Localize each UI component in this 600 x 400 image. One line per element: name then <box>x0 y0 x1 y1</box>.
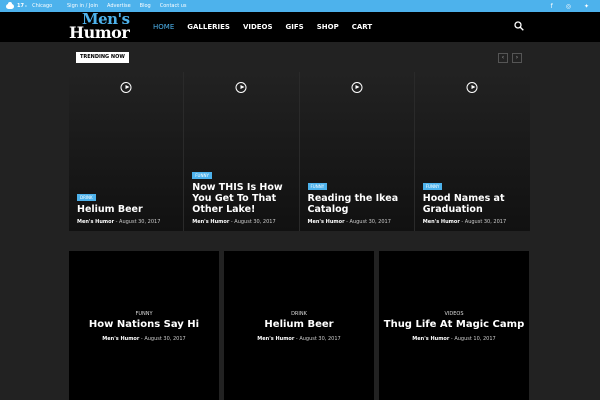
nav-videos[interactable]: VIDEOS <box>243 23 273 31</box>
post-meta: Men's Humor - August 30, 2017 <box>192 219 292 225</box>
trending-slide[interactable]: FUNNY Reading the Ikea Catalog Men's Hum… <box>299 72 415 231</box>
post-author[interactable]: Men's Humor <box>192 219 229 225</box>
post-author[interactable]: Men's Humor <box>308 219 345 225</box>
nav-galleries[interactable]: GALLERIES <box>187 23 230 31</box>
post-meta: Men's Humor - August 10, 2017 <box>379 336 529 342</box>
trending-slide[interactable]: FUNNY Hood Names at Graduation Men's Hum… <box>414 72 530 231</box>
meta-separator: - <box>140 336 143 342</box>
slide-title[interactable]: Hood Names at Graduation <box>423 193 524 215</box>
trending-slide[interactable]: DRINK Helium Beer Men's Humor - August 3… <box>69 72 185 231</box>
play-icon[interactable] <box>235 82 247 93</box>
main-nav: HOME GALLERIES VIDEOS GIFS SHOP CART <box>153 12 385 42</box>
post-date: August 30, 2017 <box>119 219 161 225</box>
post-meta: Men's Humor - August 30, 2017 <box>69 336 219 342</box>
twitter-icon[interactable]: ✦ <box>584 3 589 10</box>
post-date: August 30, 2017 <box>234 219 276 225</box>
facebook-icon[interactable]: f <box>551 3 553 10</box>
meta-separator: - <box>295 336 298 342</box>
meta-separator: - <box>115 219 118 225</box>
post-author[interactable]: Men's Humor <box>77 219 114 225</box>
category-badge[interactable]: FUNNY <box>192 172 212 179</box>
blog-link[interactable]: Blog <box>140 3 151 9</box>
post-grid: FUNNY How Nations Say Hi Men's Humor - A… <box>69 251 530 400</box>
post-title[interactable]: Helium Beer <box>224 319 374 330</box>
slider-next-button[interactable]: › <box>512 53 522 63</box>
meta-separator: - <box>230 219 233 225</box>
post-author[interactable]: Men's Humor <box>102 336 139 342</box>
advertise-link[interactable]: Advertise <box>107 3 131 9</box>
play-icon[interactable] <box>351 82 363 93</box>
nav-shop[interactable]: SHOP <box>317 23 339 31</box>
category-badge[interactable]: FUNNY <box>307 183 328 190</box>
slide-title[interactable]: Now THIS Is How You Get To That Other La… <box>192 182 292 215</box>
category-badge[interactable]: DRINK <box>77 194 96 201</box>
slide-title[interactable]: Helium Beer <box>77 204 177 215</box>
logo-line-2: Humor <box>69 23 130 42</box>
main-header: Men's Humor HOME GALLERIES VIDEOS GIFS S… <box>0 12 600 42</box>
post-title[interactable]: How Nations Say Hi <box>69 319 219 330</box>
nav-cart[interactable]: CART <box>352 23 372 31</box>
post-category[interactable]: DRINK <box>224 311 374 317</box>
slide-title[interactable]: Reading the Ikea Catalog <box>308 193 408 215</box>
nav-home[interactable]: HOME <box>153 23 174 31</box>
post-date: August 30, 2017 <box>144 336 186 342</box>
trending-slide[interactable]: FUNNY Now THIS Is How You Get To That Ot… <box>184 72 300 231</box>
play-icon[interactable] <box>120 82 132 93</box>
post-meta: Men's Humor - August 30, 2017 <box>423 219 524 225</box>
cloud-icon <box>6 1 14 9</box>
social-links: f ◎ ✦ <box>538 1 589 11</box>
post-date: August 30, 2017 <box>464 219 507 225</box>
nav-gifs[interactable]: GIFS <box>286 23 304 31</box>
weather-city: Chicago <box>32 3 53 9</box>
slider-prev-button[interactable]: ‹ <box>498 53 508 63</box>
weather-widget: 17 C Chicago <box>6 1 52 11</box>
play-icon[interactable] <box>466 82 478 93</box>
post-category[interactable]: FUNNY <box>69 311 219 317</box>
post-author[interactable]: Men's Humor <box>412 336 449 342</box>
post-author[interactable]: Men's Humor <box>423 219 460 225</box>
weather-temperature: 17 <box>17 3 24 9</box>
post-card[interactable]: FUNNY How Nations Say Hi Men's Humor - A… <box>69 251 219 400</box>
post-title[interactable]: Thug Life At Magic Camp <box>379 319 529 330</box>
meta-separator: - <box>450 336 453 342</box>
post-category[interactable]: VIDEOS <box>379 311 529 317</box>
category-badge[interactable]: FUNNY <box>422 183 443 190</box>
trending-now-label: TRENDING NOW <box>76 52 129 63</box>
post-meta: Men's Humor - August 30, 2017 <box>308 219 408 225</box>
post-card[interactable]: DRINK Helium Beer Men's Humor - August 3… <box>224 251 374 400</box>
post-date: August 10, 2017 <box>454 336 496 342</box>
post-card[interactable]: VIDEOS Thug Life At Magic Camp Men's Hum… <box>379 251 529 400</box>
trending-slider: DRINK Helium Beer Men's Humor - August 3… <box>69 72 530 231</box>
post-date: August 30, 2017 <box>299 336 341 342</box>
post-meta: Men's Humor - August 30, 2017 <box>77 219 177 225</box>
weather-degree-unit: C <box>24 4 28 8</box>
search-icon[interactable] <box>514 21 524 31</box>
meta-separator: - <box>346 219 348 225</box>
post-meta: Men's Humor - August 30, 2017 <box>224 336 374 342</box>
contact-link[interactable]: Contact us <box>160 3 187 9</box>
sign-in-link[interactable]: Sign in / Join <box>67 3 98 9</box>
instagram-icon[interactable]: ◎ <box>566 3 571 10</box>
site-logo[interactable]: Men's Humor <box>69 12 139 42</box>
meta-separator: - <box>461 219 464 225</box>
post-author[interactable]: Men's Humor <box>257 336 294 342</box>
post-date: August 30, 2017 <box>349 219 391 225</box>
